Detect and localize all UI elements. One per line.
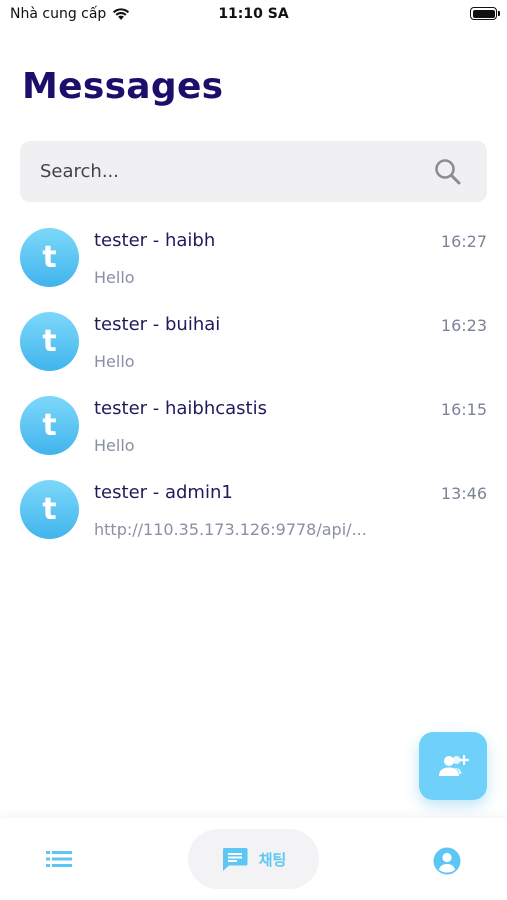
conversation-preview: http://110.35.173.126:9778/api/... xyxy=(94,520,367,539)
conversation-item[interactable]: t tester - haibhcastis 16:15 Hello xyxy=(0,390,507,474)
conversation-item[interactable]: t tester - buihai 16:23 Hello xyxy=(0,306,507,390)
avatar: t xyxy=(20,228,79,287)
conversation-name: tester - buihai xyxy=(94,314,221,335)
conversation-preview: Hello xyxy=(94,436,135,455)
status-bar: Nhà cung cấp 11:10 SA xyxy=(0,0,507,30)
nav-list-button[interactable] xyxy=(44,846,74,872)
search-bar[interactable] xyxy=(20,141,487,202)
nav-chat-button[interactable]: 채팅 xyxy=(188,829,319,889)
add-user-icon xyxy=(439,754,469,776)
conversation-item[interactable]: t tester - admin1 13:46 http://110.35.17… xyxy=(0,474,507,558)
status-time: 11:10 SA xyxy=(218,6,289,22)
bottom-navigation: 채팅 xyxy=(0,818,507,900)
conversation-time: 16:23 xyxy=(440,316,487,335)
conversation-preview: Hello xyxy=(94,352,135,371)
list-icon xyxy=(46,851,72,867)
conversation-preview: Hello xyxy=(94,268,135,287)
conversation-name: tester - haibh xyxy=(94,230,216,251)
add-contact-button[interactable] xyxy=(419,732,487,800)
battery-icon xyxy=(470,7,500,20)
conversation-time: 13:46 xyxy=(440,484,487,503)
conversation-name: tester - haibhcastis xyxy=(94,398,267,419)
conversation-list: t tester - haibh 16:27 Hello t tester - … xyxy=(0,222,507,558)
avatar: t xyxy=(20,480,79,539)
search-input[interactable] xyxy=(40,141,430,202)
conversation-item[interactable]: t tester - haibh 16:27 Hello xyxy=(0,222,507,306)
avatar: t xyxy=(20,396,79,455)
conversation-name: tester - admin1 xyxy=(94,482,233,503)
avatar: t xyxy=(20,312,79,371)
page-title: Messages xyxy=(22,66,224,107)
conversation-time: 16:15 xyxy=(440,400,487,419)
account-icon[interactable] xyxy=(432,846,462,876)
search-icon[interactable] xyxy=(433,157,463,187)
conversation-time: 16:27 xyxy=(440,232,487,251)
nav-chat-label: 채팅 xyxy=(258,850,287,869)
chat-icon xyxy=(222,848,248,871)
